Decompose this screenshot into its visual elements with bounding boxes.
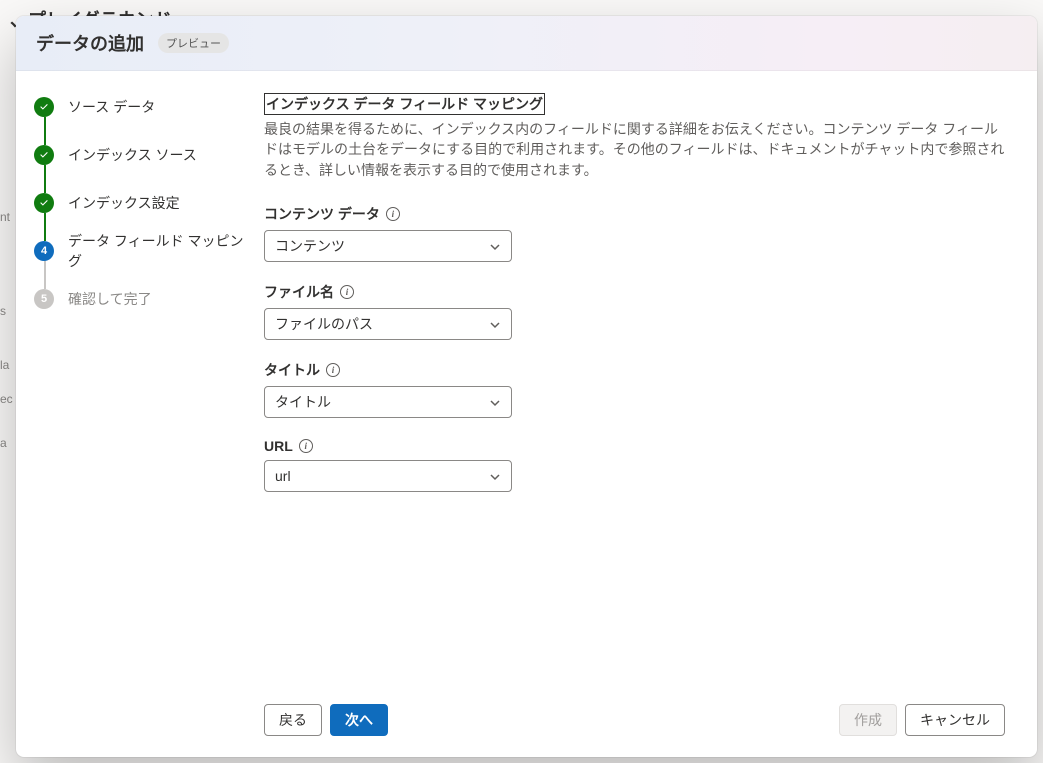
info-icon[interactable]: i: [386, 207, 400, 221]
chevron-down-icon: [489, 318, 501, 330]
select-value: タイトル: [275, 392, 331, 412]
step-label: インデックス設定: [68, 193, 180, 213]
chevron-down-icon: [489, 240, 501, 252]
step-number-icon: 5: [34, 289, 54, 309]
wizard-stepper: ソース データ インデックス ソース インデックス設定 4 データ フィールド …: [16, 71, 260, 757]
select-value: ファイルのパス: [275, 314, 373, 334]
add-data-modal: データの追加 プレビュー ソース データ インデックス ソース インデックス設定…: [16, 16, 1037, 757]
info-icon[interactable]: i: [299, 439, 313, 453]
step-data-field-mapping[interactable]: 4 データ フィールド マッピング: [34, 239, 250, 263]
url-select[interactable]: url: [264, 460, 512, 492]
cancel-button[interactable]: キャンセル: [905, 704, 1005, 736]
content-data-select[interactable]: コンテンツ: [264, 230, 512, 262]
select-value: コンテンツ: [275, 236, 345, 256]
field-title: タイトル i タイトル: [264, 360, 1005, 418]
check-icon: [34, 193, 54, 213]
step-label: ソース データ: [68, 97, 155, 117]
info-icon[interactable]: i: [340, 285, 354, 299]
section-title: インデックス データ フィールド マッピング: [264, 93, 545, 115]
section-description: 最良の結果を得るために、インデックス内のフィールドに関する詳細をお伝えください。…: [264, 119, 1005, 180]
step-source-data[interactable]: ソース データ: [34, 95, 250, 119]
field-label: コンテンツ データ: [264, 204, 380, 224]
field-label: タイトル: [264, 360, 320, 380]
field-filename: ファイル名 i ファイルのパス: [264, 282, 1005, 340]
step-confirm[interactable]: 5 確認して完了: [34, 287, 250, 311]
step-label: インデックス ソース: [68, 145, 197, 165]
field-label: ファイル名: [264, 282, 334, 302]
chevron-down-icon: [489, 396, 501, 408]
next-button[interactable]: 次へ: [330, 704, 388, 736]
check-icon: [34, 145, 54, 165]
info-icon[interactable]: i: [326, 363, 340, 377]
check-icon: [34, 97, 54, 117]
field-label: URL: [264, 438, 293, 454]
modal-footer: 戻る 次へ 作成 キャンセル: [260, 695, 1009, 757]
select-value: url: [275, 468, 291, 484]
step-number-icon: 4: [34, 241, 54, 261]
field-url: URL i url: [264, 438, 1005, 492]
back-button[interactable]: 戻る: [264, 704, 322, 736]
step-index-source[interactable]: インデックス ソース: [34, 143, 250, 167]
step-label: 確認して完了: [68, 289, 152, 309]
step-index-settings[interactable]: インデックス設定: [34, 191, 250, 215]
modal-header: データの追加 プレビュー: [16, 16, 1037, 71]
field-content-data: コンテンツ データ i コンテンツ: [264, 204, 1005, 262]
create-button: 作成: [839, 704, 897, 736]
chevron-down-icon: [489, 470, 501, 482]
modal-title: データの追加: [36, 30, 144, 56]
filename-select[interactable]: ファイルのパス: [264, 308, 512, 340]
title-select[interactable]: タイトル: [264, 386, 512, 418]
background-left-fragments: nt s la ec a: [0, 200, 13, 460]
preview-badge: プレビュー: [158, 33, 229, 53]
